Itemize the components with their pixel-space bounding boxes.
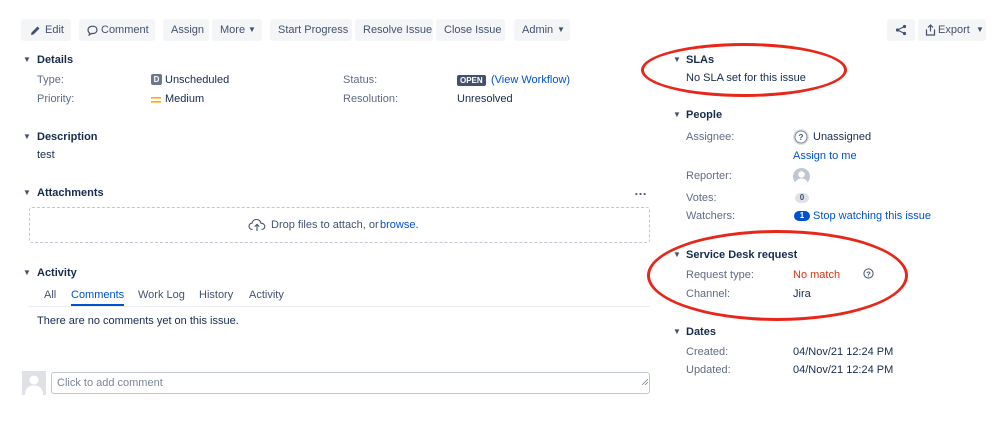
tab-work-log[interactable]: Work Log — [138, 289, 185, 302]
resize-handle-icon[interactable] — [641, 372, 649, 392]
people-toggle-icon[interactable]: ▼ — [673, 109, 681, 121]
updated-value: 04/Nov/21 12:24 PM — [793, 364, 894, 376]
details-title: Details — [37, 54, 74, 66]
dates-toggle-icon[interactable]: ▼ — [673, 326, 681, 338]
activity-toggle-icon[interactable]: ▼ — [23, 267, 31, 279]
description-text[interactable]: test — [37, 149, 55, 162]
tab-all[interactable]: All — [44, 289, 56, 302]
watchers-count-badge[interactable]: 1 — [794, 211, 810, 221]
stop-watching-link[interactable]: Stop watching this issue — [813, 210, 931, 223]
svg-text:?: ? — [799, 133, 804, 142]
votes-label: Votes: — [686, 192, 717, 204]
priority-label: Priority: — [37, 93, 75, 105]
chevron-down-icon: ▼ — [976, 25, 984, 34]
watchers-label: Watchers: — [686, 210, 736, 222]
admin-button[interactable]: Admin ▼ — [514, 19, 570, 41]
issue-type-icon: D — [151, 74, 162, 85]
priority-medium-icon — [151, 95, 161, 107]
attachments-title: Attachments — [37, 187, 104, 199]
tab-comments[interactable]: Comments — [71, 289, 124, 302]
unassigned-avatar-icon: ? — [793, 129, 809, 145]
export-button[interactable]: Export ▼ — [918, 19, 986, 41]
type-value: Unscheduled — [165, 74, 230, 86]
status-lozenge: OPEN — [457, 75, 486, 86]
updated-label: Updated: — [686, 364, 731, 376]
assignee-label: Assignee: — [686, 131, 735, 143]
resolve-issue-button[interactable]: Resolve Issue — [355, 19, 433, 41]
chevron-down-icon: ▼ — [248, 25, 256, 34]
tab-history[interactable]: History — [199, 289, 233, 302]
no-comments-text: There are no comments yet on this issue. — [37, 315, 239, 327]
dates-title: Dates — [686, 326, 716, 338]
dropzone-text: Drop files to attach, or — [271, 219, 379, 231]
attachments-toggle-icon[interactable]: ▼ — [23, 187, 31, 199]
tab-activity[interactable]: Activity — [249, 289, 284, 302]
reporter-avatar[interactable] — [793, 168, 810, 185]
created-value: 04/Nov/21 12:24 PM — [793, 346, 894, 358]
reporter-label: Reporter: — [686, 170, 732, 182]
view-workflow-link[interactable]: (View Workflow) — [491, 74, 570, 87]
attachments-more-icon[interactable]: … — [634, 183, 647, 198]
type-label: Type: — [37, 74, 64, 86]
status-label: Status: — [343, 74, 378, 86]
resolution-label: Resolution: — [343, 93, 399, 105]
resolution-value: Unresolved — [457, 93, 513, 105]
assign-to-me-link[interactable]: Assign to me — [793, 150, 857, 163]
comment-button[interactable]: Comment — [79, 19, 155, 41]
activity-title: Activity — [37, 267, 77, 279]
annotation-oval-slas — [641, 43, 847, 97]
tabs-divider — [29, 306, 650, 307]
close-issue-button[interactable]: Close Issue — [436, 19, 505, 41]
more-button[interactable]: More ▼ — [212, 19, 262, 41]
created-label: Created: — [686, 346, 729, 358]
share-button[interactable] — [887, 19, 915, 41]
share-icon — [895, 19, 907, 41]
start-progress-button[interactable]: Start Progress — [270, 19, 352, 41]
add-comment-input[interactable]: Click to add comment — [51, 372, 650, 394]
description-toggle-icon[interactable]: ▼ — [23, 131, 31, 143]
attachment-dropzone[interactable]: Drop files to attach, or browse. — [29, 207, 650, 243]
annotation-oval-service-desk — [647, 230, 908, 321]
description-title: Description — [37, 131, 98, 143]
assignee-value: Unassigned — [813, 131, 872, 143]
cloud-upload-icon — [248, 218, 266, 235]
avatar — [22, 371, 46, 395]
details-toggle-icon[interactable]: ▼ — [23, 54, 31, 66]
browse-link[interactable]: browse. — [380, 219, 419, 232]
chevron-down-icon: ▼ — [557, 25, 565, 34]
votes-count-badge[interactable]: 0 — [795, 193, 809, 203]
people-title: People — [686, 109, 723, 121]
assign-button[interactable]: Assign — [163, 19, 209, 41]
comment-placeholder: Click to add comment — [57, 377, 163, 389]
priority-value: Medium — [165, 93, 205, 105]
edit-button[interactable]: Edit — [21, 19, 71, 41]
